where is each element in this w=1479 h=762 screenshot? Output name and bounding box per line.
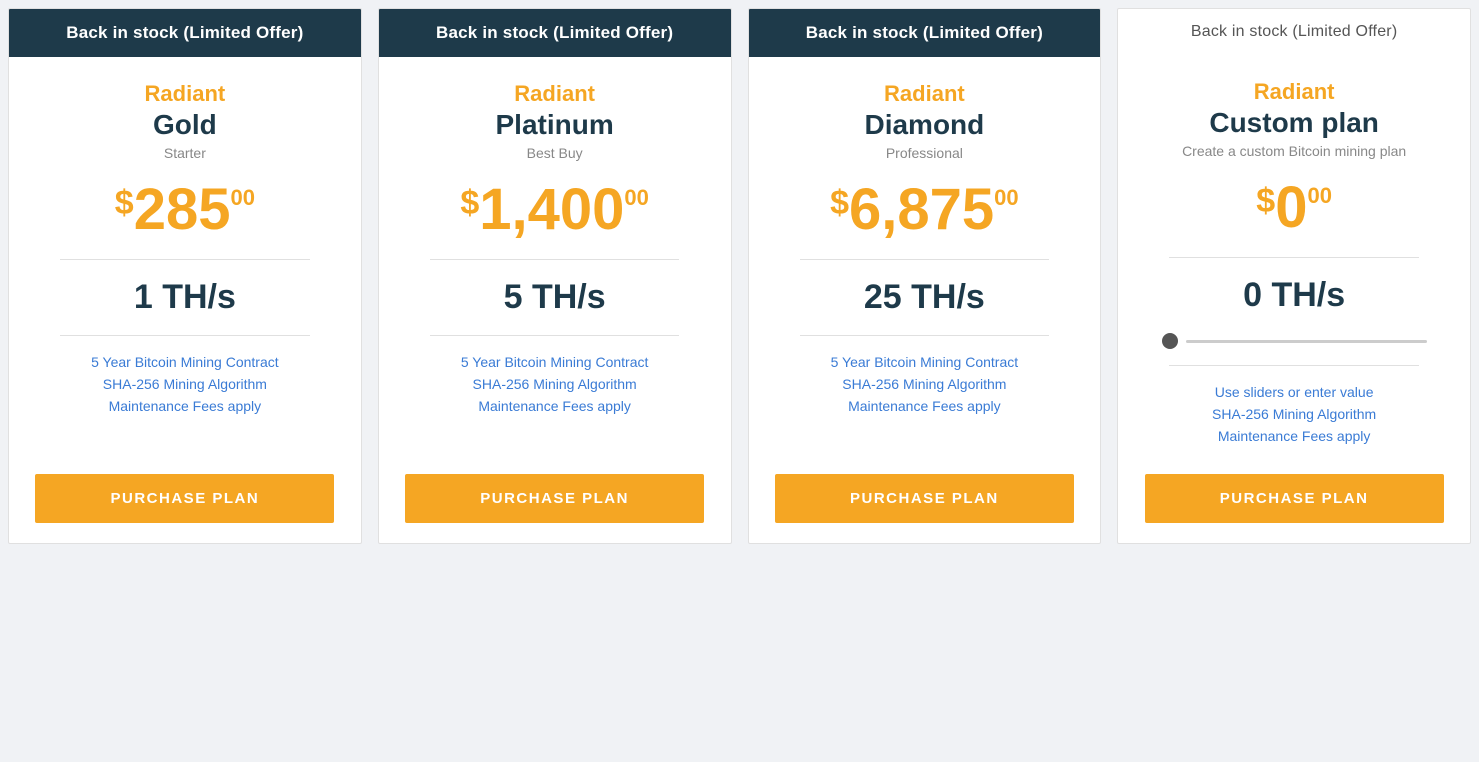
card-gold-dollar: $ [115,185,134,222]
card-diamond-subtitle: Professional [886,145,963,161]
card-gold-name: Gold [153,109,217,141]
card-diamond-purchase-button[interactable]: PURCHASE PLAN [775,474,1074,523]
card-custom-price-cents: 00 [1307,185,1331,207]
card-custom-feature-2: Maintenance Fees apply [1138,428,1450,444]
card-gold-feature-0: 5 Year Bitcoin Mining Contract [29,354,341,370]
card-diamond-price-row: $6,87500 [830,181,1019,239]
slider-dot [1162,333,1178,349]
cards-container: Back in stock (Limited Offer)RadiantGold… [0,0,1479,552]
card-gold-brand: Radiant [145,81,226,107]
card-gold: Back in stock (Limited Offer)RadiantGold… [8,8,362,544]
card-platinum-feature-0: 5 Year Bitcoin Mining Contract [399,354,711,370]
card-diamond-price-cents: 00 [994,187,1018,209]
card-gold-subtitle: Starter [164,145,206,161]
card-diamond-price-main: 6,875 [849,181,994,239]
card-diamond-name: Diamond [864,109,984,141]
card-custom-divider-1 [1169,257,1418,258]
card-platinum-ths: 5 TH/s [504,278,606,317]
card-platinum: Back in stock (Limited Offer)RadiantPlat… [378,8,732,544]
card-platinum-price-main: 1,400 [479,181,624,239]
slider-track[interactable] [1186,340,1427,343]
card-custom-name: Custom plan [1209,107,1379,139]
card-platinum-feature-2: Maintenance Fees apply [399,398,711,414]
card-diamond-feature-0: 5 Year Bitcoin Mining Contract [769,354,1081,370]
card-diamond-brand: Radiant [884,81,965,107]
card-platinum-name: Platinum [496,109,614,141]
card-gold-feature-1: SHA-256 Mining Algorithm [29,376,341,392]
card-gold-features: 5 Year Bitcoin Mining Contract SHA-256 Mi… [29,354,341,420]
slider-row[interactable] [1162,333,1427,349]
card-platinum-price-cents: 00 [624,187,648,209]
card-custom-divider-2 [1169,365,1418,366]
card-custom-header: Back in stock (Limited Offer) [1118,9,1470,55]
card-gold-ths: 1 TH/s [134,278,236,317]
card-platinum-divider-1 [430,259,679,260]
card-diamond-divider-1 [800,259,1049,260]
card-diamond-feature-2: Maintenance Fees apply [769,398,1081,414]
card-custom-dollar: $ [1256,183,1275,220]
card-custom-purchase-button[interactable]: PURCHASE PLAN [1145,474,1444,523]
card-gold-price-cents: 00 [230,187,254,209]
card-diamond-dollar: $ [830,185,849,222]
card-platinum-divider-2 [430,335,679,336]
card-custom-feature-1: SHA-256 Mining Algorithm [1138,406,1450,422]
card-gold-price-main: 285 [134,181,231,239]
card-platinum-subtitle: Best Buy [527,145,583,161]
card-platinum-body: RadiantPlatinum Best Buy $1,40000 5 TH/s 5 Y… [379,57,731,474]
card-diamond-header: Back in stock (Limited Offer) [749,9,1101,57]
card-diamond-feature-1: SHA-256 Mining Algorithm [769,376,1081,392]
card-gold-divider-1 [60,259,309,260]
card-custom-features: Use sliders or enter value SHA-256 Mining… [1138,384,1450,450]
card-gold-feature-2: Maintenance Fees apply [29,398,341,414]
card-diamond: Back in stock (Limited Offer)RadiantDiam… [748,8,1102,544]
card-custom-subtitle: Create a custom Bitcoin mining plan [1182,143,1406,159]
card-custom-price-row: $000 [1256,179,1332,237]
card-custom-feature-0: Use sliders or enter value [1138,384,1450,400]
card-platinum-brand: Radiant [514,81,595,107]
card-platinum-purchase-button[interactable]: PURCHASE PLAN [405,474,704,523]
card-diamond-divider-2 [800,335,1049,336]
card-custom: Back in stock (Limited Offer)RadiantCust… [1117,8,1471,544]
card-platinum-feature-1: SHA-256 Mining Algorithm [399,376,711,392]
card-gold-header: Back in stock (Limited Offer) [9,9,361,57]
card-platinum-price-row: $1,40000 [460,181,649,239]
card-custom-ths: 0 TH/s [1243,276,1345,315]
card-gold-divider-2 [60,335,309,336]
card-gold-purchase-button[interactable]: PURCHASE PLAN [35,474,334,523]
card-custom-brand: Radiant [1254,79,1335,105]
card-platinum-header: Back in stock (Limited Offer) [379,9,731,57]
card-diamond-ths: 25 TH/s [864,278,985,317]
card-gold-price-row: $28500 [115,181,255,239]
card-custom-price-main: 0 [1275,179,1307,237]
card-custom-body: RadiantCustom plan Create a custom Bitcoi… [1118,55,1470,474]
card-platinum-dollar: $ [460,185,479,222]
card-platinum-features: 5 Year Bitcoin Mining Contract SHA-256 Mi… [399,354,711,420]
card-diamond-body: RadiantDiamond Professional $6,87500 25 TH/… [749,57,1101,474]
card-gold-body: RadiantGold Starter $28500 1 TH/s 5 Year Bit… [9,57,361,474]
card-diamond-features: 5 Year Bitcoin Mining Contract SHA-256 Mi… [769,354,1081,420]
